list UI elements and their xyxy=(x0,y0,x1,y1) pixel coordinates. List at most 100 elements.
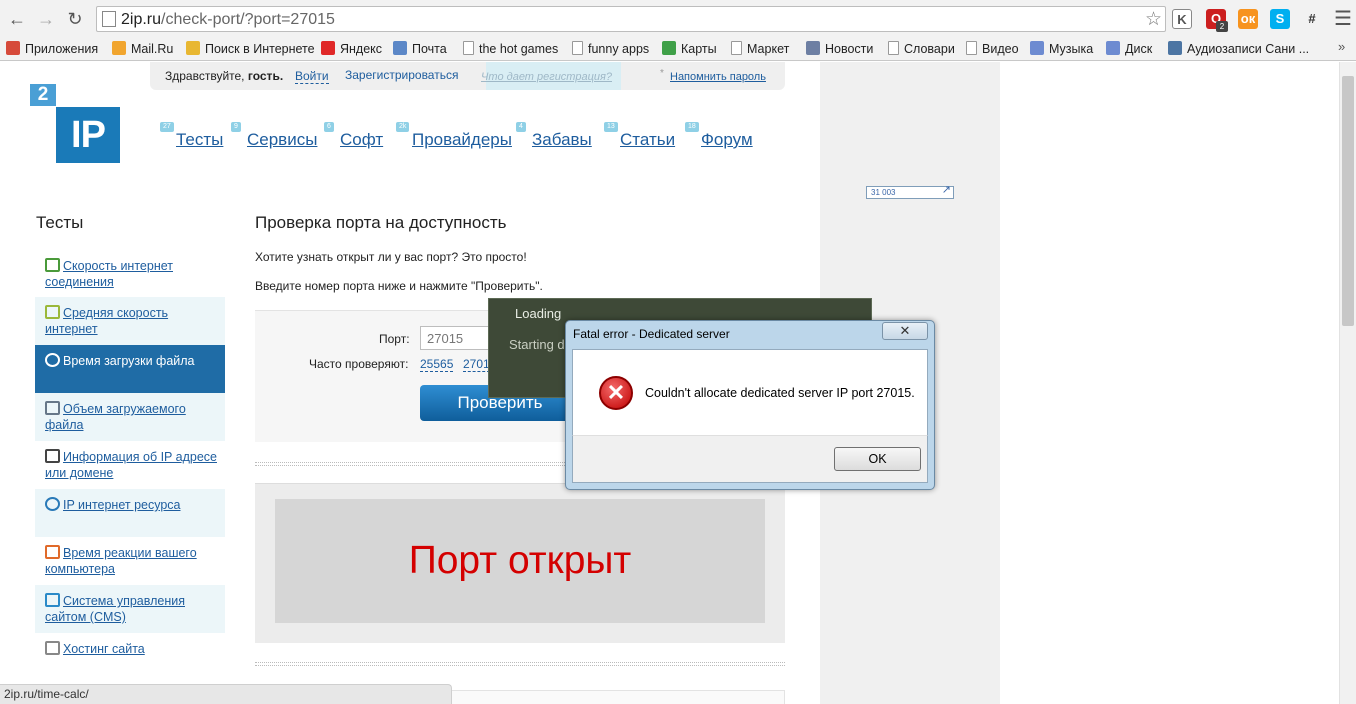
scrollbar-thumb[interactable] xyxy=(1342,76,1354,326)
bookmark-label: Видео xyxy=(982,42,1019,56)
status-url: 2ip.ru/time-calc/ xyxy=(0,684,452,704)
login-link[interactable]: Войти xyxy=(295,69,329,84)
yandex-icon xyxy=(321,41,335,55)
often-port-link[interactable]: 2701 xyxy=(463,357,490,372)
bookmark-star-icon[interactable]: ☆ xyxy=(1145,8,1162,31)
bookmark-item[interactable]: Музыка xyxy=(1030,40,1093,58)
bookmark-item[interactable]: Словари xyxy=(888,40,955,58)
bookmark-item[interactable]: Новости xyxy=(806,40,873,58)
bookmark-item[interactable]: Маркет xyxy=(731,40,789,58)
bookmarks-bar: Приложения Mail.Ru Поиск в Интернете Яндекс… xyxy=(0,37,1356,61)
nav-link[interactable]: Статьи xyxy=(620,130,675,150)
menu-item[interactable]: Объем загружаемого файла xyxy=(35,393,225,441)
menu-item[interactable]: Время реакции вашего компьютера xyxy=(35,537,225,585)
bookmark-item[interactable]: Приложения xyxy=(6,40,98,58)
page-icon xyxy=(463,41,474,55)
ip-info-icon xyxy=(45,449,60,463)
skype-icon[interactable]: S xyxy=(1270,9,1290,29)
menu-item-label: Информация об IP адресе или домене xyxy=(45,450,217,480)
forward-arrow-icon[interactable]: → xyxy=(35,8,57,30)
page-icon xyxy=(888,41,899,55)
close-icon[interactable]: ✕ xyxy=(882,322,928,340)
address-bar[interactable]: 2ip.ru/check-port/?port=27015 ☆ xyxy=(96,6,1166,32)
bookmark-item[interactable]: funny apps xyxy=(572,40,649,58)
result-text: Порт открыт xyxy=(408,539,632,582)
register-link[interactable]: Зарегистрироваться xyxy=(345,68,458,82)
bookmark-item[interactable]: Mail.Ru xyxy=(112,40,173,58)
menu-item-label: IP интернет ресурса xyxy=(63,498,181,512)
register-hint-link[interactable]: Что дает регистрация? xyxy=(481,71,612,83)
nav-link[interactable]: Тесты xyxy=(176,130,223,150)
cms-icon xyxy=(45,593,60,607)
error-icon: ✕ xyxy=(599,376,633,410)
nav-link[interactable]: Форум xyxy=(701,130,753,150)
mail-icon xyxy=(393,41,407,55)
nav-link[interactable]: Забавы xyxy=(532,130,592,150)
nav-link[interactable]: Провайдеры xyxy=(412,130,512,150)
bookmark-label: funny apps xyxy=(588,42,650,56)
result-box: Порт открыт xyxy=(275,499,765,623)
menu-hamburger-icon[interactable]: ☰ xyxy=(1332,8,1354,30)
vk-icon xyxy=(1168,41,1182,55)
dialog-title: Fatal error - Dedicated server xyxy=(573,327,730,341)
menu-item[interactable]: Система управления сайтом (CMS) xyxy=(35,585,225,633)
bookmark-item[interactable]: Аудиозаписи Сани ... xyxy=(1168,40,1309,58)
file-size-icon xyxy=(45,401,60,415)
nav-link[interactable]: Софт xyxy=(340,130,383,150)
hash-icon[interactable]: # xyxy=(1302,9,1322,29)
music-icon xyxy=(1030,41,1044,55)
bookmark-label: Почта xyxy=(412,42,447,56)
asterisk-icon: * xyxy=(660,68,664,79)
menu-item[interactable]: Время загрузки файла xyxy=(35,345,225,393)
remind-password-link[interactable]: Напомнить пароль xyxy=(670,71,766,83)
nav-link[interactable]: Сервисы xyxy=(247,130,317,150)
reaction-icon xyxy=(45,545,60,559)
scrollbar[interactable] xyxy=(1339,62,1356,704)
menu-item[interactable]: Средняя скорость интернет xyxy=(35,297,225,345)
bookmark-label: Карты xyxy=(681,42,717,56)
browser-toolbar: ← → ↻ 2ip.ru/check-port/?port=27015 ☆ KO… xyxy=(0,0,1356,37)
menu-item[interactable]: Скорость интернет соединения xyxy=(35,250,225,297)
bookmark-item[interactable]: Почта xyxy=(393,40,447,58)
loading-status: Starting d xyxy=(509,337,565,352)
menu-item[interactable]: Хостинг сайта xyxy=(35,633,225,673)
often-port-link[interactable]: 25565 xyxy=(420,357,454,372)
nav-badge: 4 xyxy=(516,122,526,132)
news-icon xyxy=(806,41,820,55)
instruction-text: Введите номер порта ниже и нажмите "Пров… xyxy=(255,279,543,293)
ok-button[interactable]: OK xyxy=(834,447,921,471)
nav-badge: 6 xyxy=(324,122,334,132)
menu-item-label: Объем загружаемого файла xyxy=(45,402,186,432)
reload-icon[interactable]: ↻ xyxy=(64,8,86,30)
bookmark-label: Mail.Ru xyxy=(131,42,174,56)
ip-globe-icon xyxy=(45,497,60,511)
nav-badge: 9 xyxy=(231,122,241,132)
hosting-icon xyxy=(45,641,60,655)
menu-item-label: Скорость интернет соединения xyxy=(45,259,173,289)
nav-badge: 2k xyxy=(396,122,410,132)
menu-item-label: Средняя скорость интернет xyxy=(45,306,169,336)
bookmarks-overflow-icon[interactable]: » xyxy=(1338,39,1345,54)
clock-icon xyxy=(45,353,60,367)
bookmark-item[interactable]: the hot games xyxy=(463,40,558,58)
logo-2[interactable]: 2 xyxy=(30,84,56,106)
odnoklassniki-icon[interactable]: ок xyxy=(1238,9,1258,29)
bookmark-label: Диск xyxy=(1125,42,1153,56)
bookmark-item[interactable]: Диск xyxy=(1106,40,1152,58)
intro-text: Хотите узнать открыт ли у вас порт? Это … xyxy=(255,250,527,264)
nav-badge: 18 xyxy=(685,122,699,132)
visitor-counter[interactable]: 31 003 ↗ xyxy=(866,184,954,199)
bookmark-item[interactable]: Яндекс xyxy=(321,40,382,58)
menu-item-label: Время реакции вашего компьютера xyxy=(45,546,197,576)
external-arrow-icon: ↗ xyxy=(941,184,951,196)
menu-item[interactable]: Информация об IP адресе или домене xyxy=(35,441,225,489)
back-arrow-icon[interactable]: ← xyxy=(6,8,28,30)
logo-ip[interactable]: IP xyxy=(56,107,120,163)
bookmark-item[interactable]: Видео xyxy=(966,40,1019,58)
address-text: 2ip.ru/check-port/?port=27015 xyxy=(121,11,335,28)
kaspersky-icon[interactable]: K xyxy=(1172,9,1192,29)
menu-item[interactable]: IP интернет ресурса xyxy=(35,489,225,537)
bookmark-item[interactable]: Поиск в Интернете xyxy=(186,40,315,58)
nav-badge: 13 xyxy=(604,122,618,132)
bookmark-item[interactable]: Карты xyxy=(662,40,717,58)
